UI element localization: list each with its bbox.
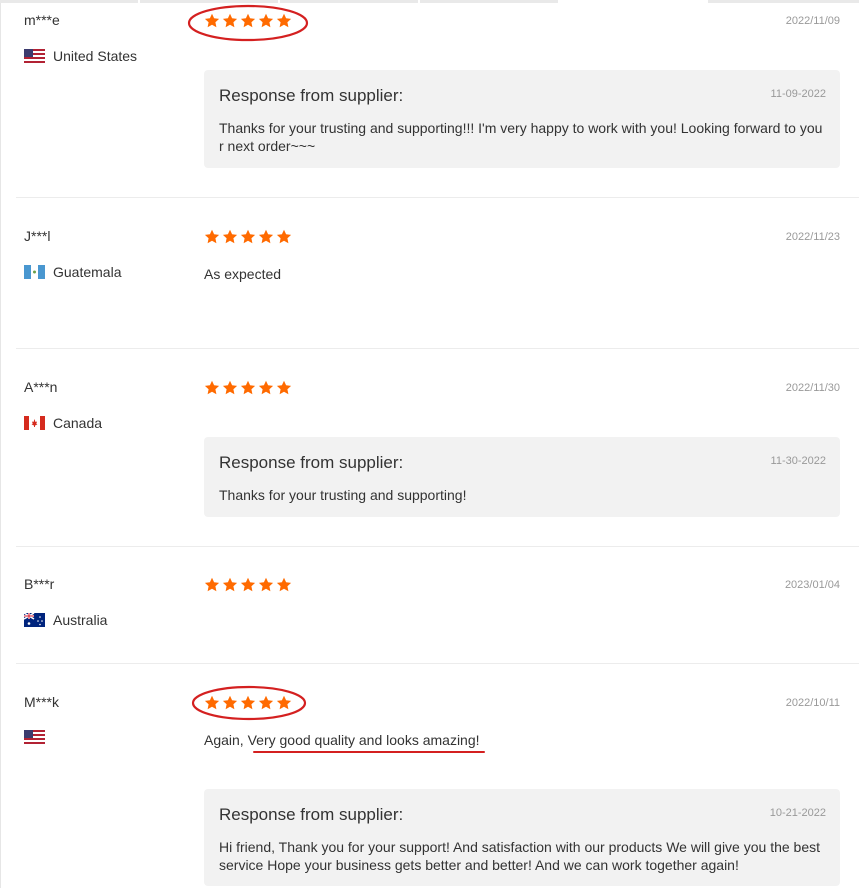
response-title: Response from supplier: [219,453,404,472]
star-icon [240,695,256,711]
buyer-country: Guatemala [24,264,121,280]
country-name: Canada [53,415,103,431]
buyer-name: A***n [24,379,58,395]
star-icon [258,229,274,245]
star-icon [222,577,238,593]
star-icon [276,695,292,711]
australia-flag-icon [24,613,45,627]
star-icon [222,380,238,396]
star-icon [240,13,256,29]
buyer-country: Canada [24,415,102,431]
rating-stars [204,695,292,711]
rating-stars [204,380,292,396]
buyer-name: B***r [24,576,55,592]
country-name: Australia [53,612,108,628]
star-icon [204,577,220,593]
review-text: Again, Very good quality and looks amazi… [204,732,480,748]
country-name: United States [53,48,138,64]
review-item: A***n Canada 2022/11/30 Response from su… [16,349,859,547]
star-icon [222,229,238,245]
review-date: 2022/11/30 [785,382,840,394]
review-text-highlight: Very good quality and looks amazing [247,732,476,748]
buyer-name: J***l [24,228,51,244]
rating-stars [204,229,292,245]
supplier-response: Response from supplier: 11-09-2022 Thank… [204,70,840,168]
us-flag-icon [24,730,45,744]
star-icon [222,695,238,711]
response-date: 11-09-2022 [770,88,826,100]
star-icon [204,695,220,711]
supplier-response: Response from supplier: 11-30-2022 Thank… [204,437,840,517]
star-icon [240,229,256,245]
left-border [0,0,1,888]
review-item: J***l Guatemala 2022/11/23 As expected [16,198,859,349]
response-text: Hi friend, Thank you for your support! A… [219,839,821,873]
review-item: m***e United States 2022/11/09 Response … [16,0,859,198]
response-title: Response from supplier: [219,805,404,824]
review-date: 2023/01/04 [784,579,840,591]
star-icon [240,577,256,593]
response-text: Thanks for your trusting and supporting! [219,487,467,503]
star-icon [240,380,256,396]
review-date: 2022/11/09 [785,15,840,27]
supplier-response: Response from supplier: 10-21-2022 Hi fr… [204,789,840,886]
buyer-country: Australia [24,612,107,628]
star-icon [276,380,292,396]
star-icon [204,13,220,29]
response-title: Response from supplier: [219,86,404,105]
buyer-name: m***e [24,12,60,28]
star-icon [276,229,292,245]
star-icon [258,695,274,711]
rating-stars [204,577,292,593]
review-text-suffix: ! [475,732,480,748]
country-name: Guatemala [53,264,122,280]
review-date: 2022/10/11 [785,697,840,709]
review-text-prefix: Again, [204,732,248,748]
buyer-name: M***k [24,694,60,710]
review-date: 2022/11/23 [785,231,840,243]
star-icon [276,577,292,593]
response-text: Thanks for your trusting and supporting!… [219,120,823,154]
star-icon [258,380,274,396]
star-icon [204,380,220,396]
annotation-underline [253,751,485,753]
star-icon [276,13,292,29]
review-item: B***r Australia 2023/01/04 [16,547,859,664]
canada-flag-icon [24,416,45,430]
review-item: M***k 2022/10/11 Again, Very good qualit… [16,664,859,888]
star-icon [222,13,238,29]
buyer-country [24,730,53,744]
star-icon [258,13,274,29]
us-flag-icon [24,49,45,63]
buyer-country: United States [24,48,137,64]
review-text: As expected [204,266,282,282]
guatemala-flag-icon [24,265,45,279]
rating-stars [204,13,292,29]
star-icon [258,577,274,593]
response-date: 10-21-2022 [769,807,826,819]
star-icon [204,229,220,245]
response-date: 11-30-2022 [770,455,826,467]
